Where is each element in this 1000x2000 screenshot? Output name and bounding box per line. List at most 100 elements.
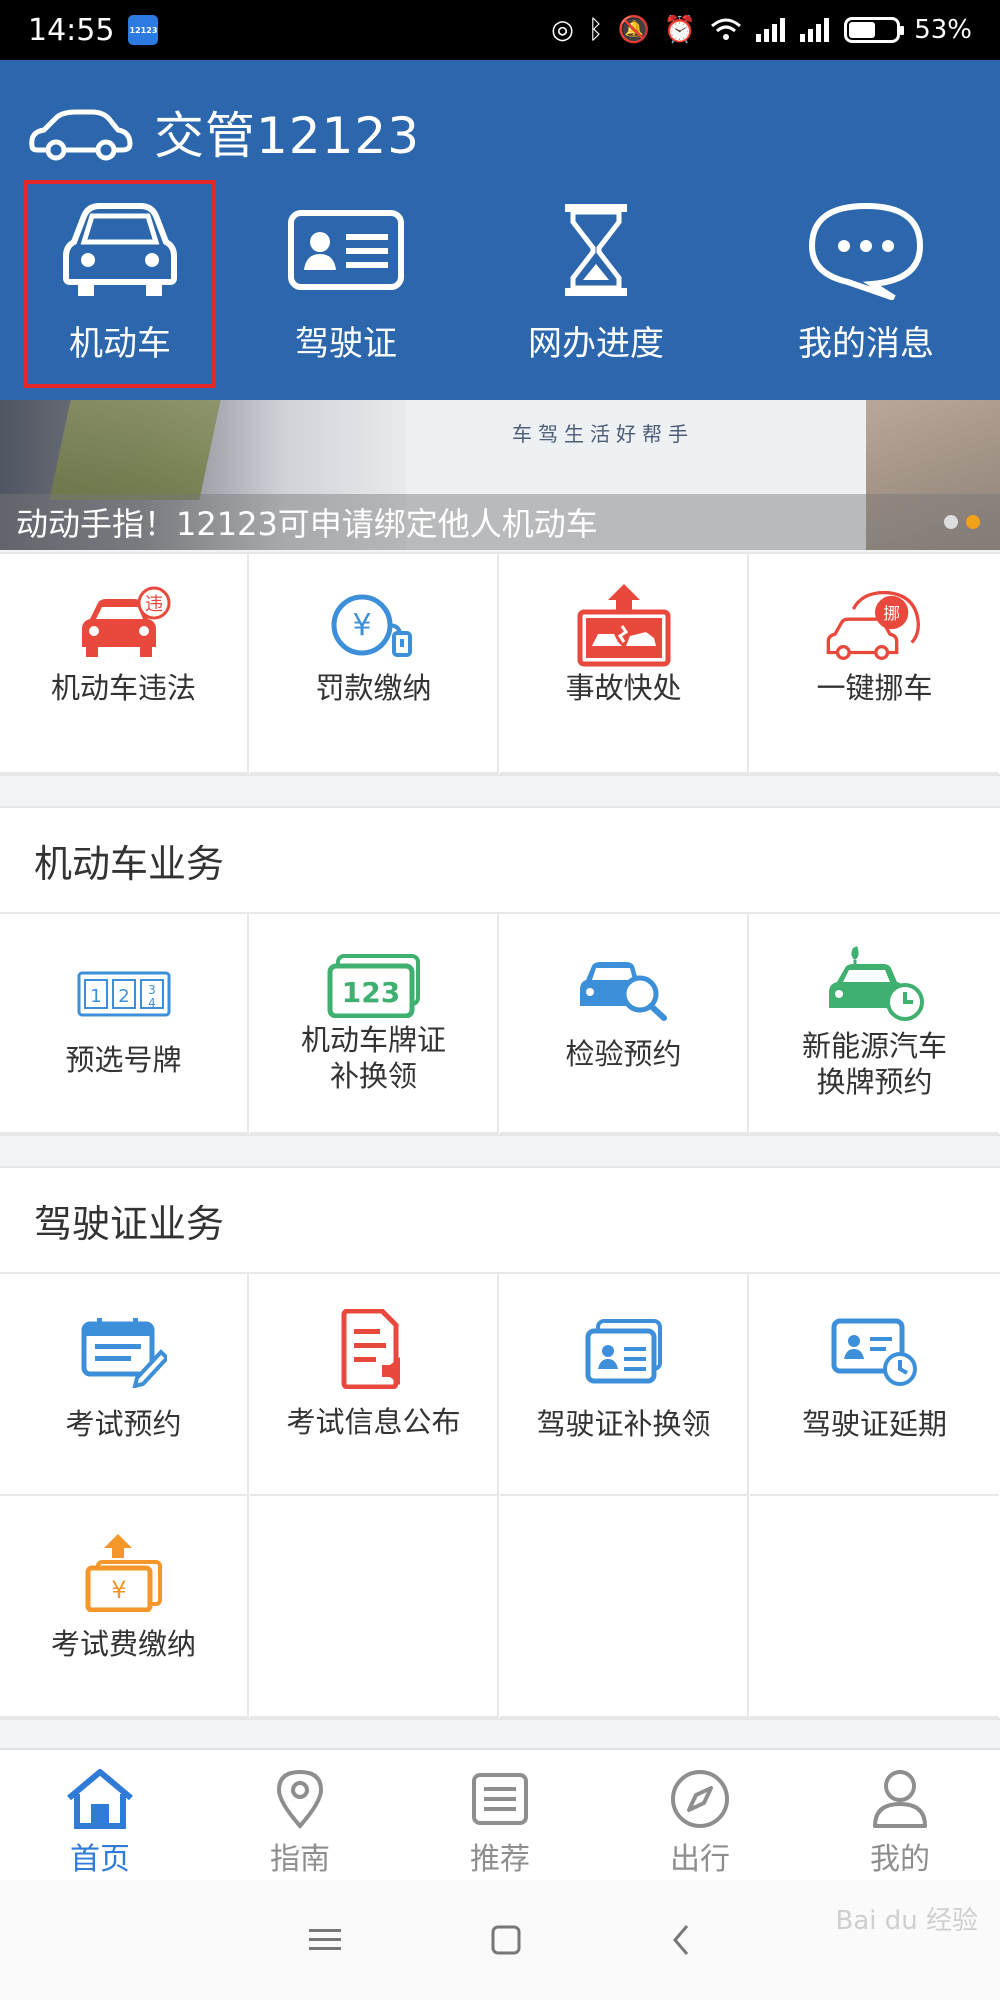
license-services-grid: 考试预约 考试信息公布 驾驶证补换领 驾驶证延期 ¥ 考试费缴纳: [0, 1274, 1000, 1720]
app-title: 交管12123: [154, 107, 421, 165]
tab-label: 首页: [70, 1842, 130, 1877]
tab-travel[interactable]: 出行: [600, 1750, 800, 1880]
promo-banner[interactable]: 车驾生活好帮手 动动手指！12123可申请绑定他人机动车: [0, 400, 1000, 550]
quick-nav-progress[interactable]: 网办进度: [516, 180, 676, 380]
location-pin-icon: [265, 1766, 335, 1832]
service-label: 考试预约: [65, 1407, 182, 1441]
service-plate-replace[interactable]: 123 机动车牌证 补换领: [250, 914, 499, 1134]
tab-label: 出行: [670, 1842, 730, 1877]
service-fine-payment[interactable]: ¥ 罚款缴纳: [250, 554, 499, 774]
quick-nav-label: 我的消息: [798, 324, 934, 364]
service-exam-info[interactable]: 考试信息公布: [250, 1274, 499, 1496]
battery-percent: 53%: [914, 15, 972, 45]
license-replace-icon: [574, 1314, 674, 1390]
service-license-replace[interactable]: 驾驶证补换领: [500, 1274, 749, 1496]
quick-nav-license[interactable]: 驾驶证: [266, 180, 426, 380]
tab-label: 推荐: [470, 1842, 530, 1877]
svg-text:4: 4: [148, 996, 156, 1010]
car-icon: [60, 200, 180, 300]
service-vehicle-violation[interactable]: 违 机动车违法: [0, 554, 249, 774]
quick-nav-label: 网办进度: [528, 324, 664, 364]
home-icon: [65, 1766, 135, 1832]
exam-booking-icon: [74, 1314, 174, 1390]
exam-fee-badge-text: ¥: [111, 1576, 126, 1604]
list-icon: [465, 1766, 535, 1832]
mute-icon: 🔕: [617, 15, 650, 45]
service-new-energy[interactable]: 新能源汽车 换牌预约: [750, 914, 999, 1134]
service-exam-booking[interactable]: 考试预约: [0, 1274, 249, 1496]
signal-icon: [756, 18, 786, 42]
vehicle-section-title: 机动车业务: [0, 806, 1000, 914]
fine-badge-text: ¥: [352, 608, 371, 643]
id-card-icon: [286, 200, 406, 300]
quick-nav: 机动车 驾驶证 网办进度 我的消息: [0, 180, 1000, 390]
banner-pager: [944, 515, 980, 529]
quick-nav-label: 驾驶证: [295, 324, 397, 364]
service-label: 罚款缴纳: [315, 671, 432, 705]
hotspot-icon: ◎: [551, 15, 574, 45]
service-license-extend[interactable]: 驾驶证延期: [750, 1274, 999, 1496]
car-logo-icon: [29, 109, 133, 161]
top-services-grid: 违 机动车违法 ¥ 罚款缴纳 事故快处 挪 一键挪车: [0, 552, 1000, 776]
service-exam-fee[interactable]: ¥ 考试费缴纳: [0, 1496, 249, 1718]
app-notification-icon: 12123: [128, 15, 159, 45]
service-label: 考试费缴纳: [50, 1627, 196, 1661]
tab-recommend[interactable]: 推荐: [400, 1750, 600, 1880]
status-time: 14:55: [28, 12, 115, 48]
service-move-car[interactable]: 挪 一键挪车: [750, 554, 999, 774]
tab-home[interactable]: 首页: [0, 1750, 200, 1880]
service-plate-select[interactable]: 1 2 3 4 预选号牌: [0, 914, 249, 1134]
violation-badge-text: 违: [145, 594, 163, 615]
menu-icon[interactable]: [309, 1927, 341, 1953]
vehicle-services-grid: 1 2 3 4 预选号牌 123 机动车牌证 补换领 检验预约 新能源汽车 换牌…: [0, 914, 1000, 1136]
status-bar: 14:55 12123 ◎ ᛒ 🔕 ⏰ 53%: [0, 0, 1000, 60]
svg-text:1: 1: [90, 986, 101, 1007]
tab-label: 我的: [870, 1842, 930, 1877]
plate-replace-icon: 123: [324, 954, 424, 1018]
app-header: 交管12123 机动车 驾驶证 网办进度 我的消息: [0, 60, 1000, 400]
system-nav-bar: [0, 1880, 1000, 2000]
alarm-icon: ⏰: [663, 15, 697, 45]
tab-mine[interactable]: 我的: [800, 1750, 1000, 1880]
service-inspection[interactable]: 检验预约: [500, 914, 749, 1134]
accident-icon: [574, 580, 674, 670]
fine-payment-icon: ¥: [324, 580, 424, 670]
chat-bubble-icon: [806, 200, 926, 300]
service-label: 预选号牌: [65, 1043, 182, 1077]
banner-slogan: 车驾生活好帮手: [512, 422, 694, 446]
service-label: 驾驶证补换领: [536, 1407, 711, 1441]
pager-dot-active: [966, 515, 980, 529]
move-car-badge-text: 挪: [883, 604, 900, 623]
exam-fee-icon: ¥: [74, 1532, 174, 1612]
service-label: 事故快处: [565, 671, 682, 705]
exam-info-icon: [324, 1308, 424, 1390]
new-energy-car-icon: [825, 944, 925, 1024]
back-icon[interactable]: [671, 1924, 691, 1956]
empty-cell: [250, 1496, 499, 1718]
plate-select-icon: 1 2 3 4: [74, 964, 174, 1024]
quick-nav-messages[interactable]: 我的消息: [786, 180, 946, 380]
service-label: 新能源汽车 换牌预约: [801, 1029, 947, 1099]
car-violation-icon: 违: [74, 580, 174, 670]
tab-guide[interactable]: 指南: [200, 1750, 400, 1880]
license-extend-icon: [825, 1314, 925, 1390]
hourglass-icon: [536, 200, 656, 300]
plate-badge-text: 123: [341, 976, 399, 1009]
service-label: 检验预约: [565, 1037, 682, 1071]
service-accident[interactable]: 事故快处: [500, 554, 749, 774]
move-car-icon: 挪: [825, 580, 925, 670]
service-label: 驾驶证延期: [801, 1407, 947, 1441]
wifi-icon: [711, 18, 742, 40]
battery-icon: [844, 17, 905, 43]
banner-caption: 动动手指！12123可申请绑定他人机动车: [0, 494, 1000, 550]
service-label: 考试信息公布: [286, 1405, 461, 1439]
watermark: Bai du 经验: [835, 1906, 978, 1936]
home-button-icon[interactable]: [491, 1925, 521, 1955]
compass-icon: [665, 1766, 735, 1832]
signal-icon-2: [800, 18, 830, 42]
license-section-title: 驾驶证业务: [0, 1166, 1000, 1274]
service-label: 机动车牌证 补换领: [300, 1023, 446, 1093]
bottom-tab-bar: 首页 指南 推荐 出行 我的: [0, 1748, 1000, 1880]
quick-nav-vehicle[interactable]: 机动车: [40, 180, 200, 380]
inspection-icon: [574, 954, 674, 1024]
